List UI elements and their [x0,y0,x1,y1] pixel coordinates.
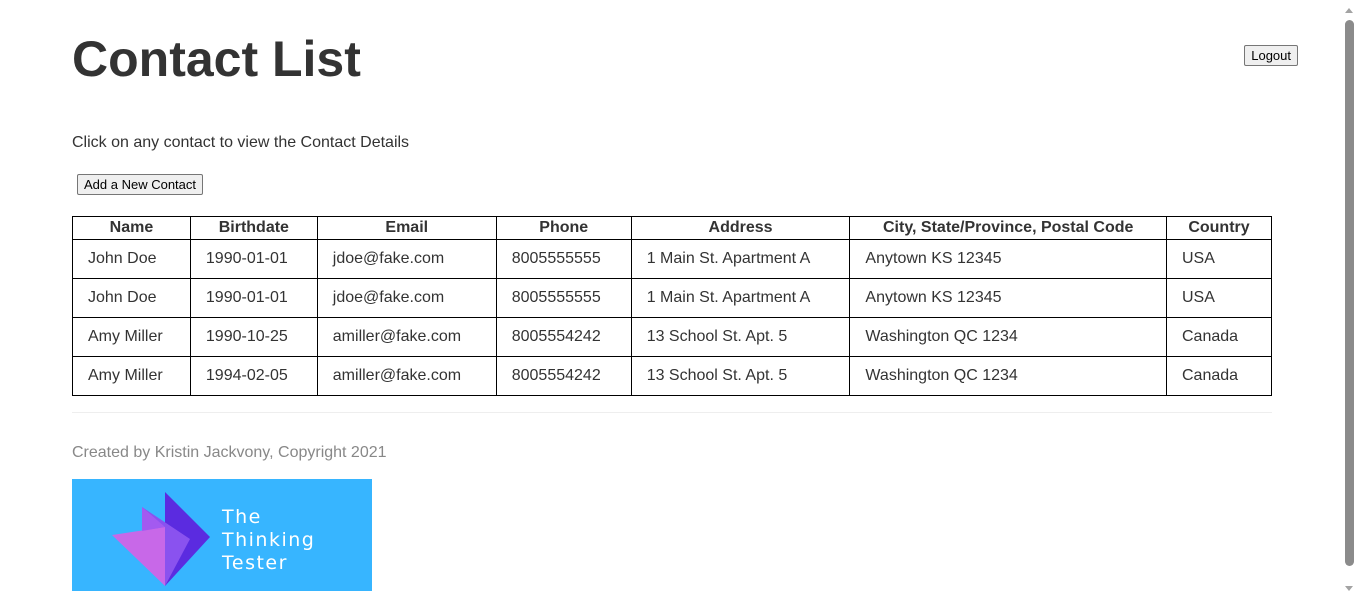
column-header-address: Address [630,216,851,240]
cell-address: 13 School St. Apt. 5 [630,356,851,396]
cell-address: 1 Main St. Apartment A [630,278,851,318]
cell-phone: 8005554242 [495,317,632,357]
cell-email: amiller@fake.com [316,317,497,357]
cell-city-state-postal: Washington QC 1234 [849,317,1167,357]
cell-country: USA [1165,278,1273,318]
cell-email: amiller@fake.com [316,356,497,396]
logo-line-3: Tester [222,552,288,574]
table-row[interactable]: Amy Miller 1994-02-05 amiller@fake.com 8… [72,356,1273,396]
cell-email: jdoe@fake.com [316,278,497,318]
contact-table: Name Birthdate Email Phone Address City,… [72,216,1273,396]
cell-phone: 8005554242 [495,356,632,396]
column-header-email: Email [316,216,497,240]
cell-birthdate: 1994-02-05 [189,356,318,396]
vertical-scrollbar[interactable] [1341,0,1358,599]
add-contact-button[interactable]: Add a New Contact [77,174,204,195]
cell-country: USA [1165,239,1273,279]
cell-city-state-postal: Anytown KS 12345 [849,239,1167,279]
cell-email: jdoe@fake.com [316,239,497,279]
scroll-up-arrow-icon[interactable] [1345,8,1353,13]
cell-birthdate: 1990-01-01 [189,239,318,279]
cell-address: 1 Main St. Apartment A [630,239,851,279]
column-header-city-state-postal: City, State/Province, Postal Code [849,216,1167,240]
scrollbar-thumb[interactable] [1345,20,1354,566]
footer-divider [72,412,1272,413]
table-row[interactable]: John Doe 1990-01-01 jdoe@fake.com 800555… [72,278,1273,318]
header: Contact List Logout [72,30,1298,90]
column-header-phone: Phone [495,216,632,240]
cell-name: Amy Miller [72,317,191,357]
scroll-down-arrow-icon[interactable] [1345,586,1353,591]
column-header-name: Name [72,216,191,240]
table-header-row: Name Birthdate Email Phone Address City,… [72,216,1273,240]
cell-country: Canada [1165,317,1273,357]
cell-birthdate: 1990-01-01 [189,278,318,318]
cell-phone: 8005555555 [495,278,632,318]
logo-line-1: The [222,506,262,528]
logout-button[interactable]: Logout [1244,45,1298,66]
cell-city-state-postal: Washington QC 1234 [849,356,1167,396]
page: Contact List Logout Click on any contact… [0,0,1341,599]
logo-line-2: Thinking [222,529,316,551]
cell-name: John Doe [72,239,191,279]
cell-country: Canada [1165,356,1273,396]
copyright-text: Created by Kristin Jackvony, Copyright 2… [72,444,387,461]
cell-city-state-postal: Anytown KS 12345 [849,278,1167,318]
table-row[interactable]: John Doe 1990-01-01 jdoe@fake.com 800555… [72,239,1273,279]
cell-phone: 8005555555 [495,239,632,279]
page-title: Contact List [72,31,361,87]
table-row[interactable]: Amy Miller 1990-10-25 amiller@fake.com 8… [72,317,1273,357]
cell-name: Amy Miller [72,356,191,396]
cell-name: John Doe [72,278,191,318]
cell-address: 13 School St. Apt. 5 [630,317,851,357]
column-header-birthdate: Birthdate [189,216,318,240]
thinking-tester-logo: The Thinking Tester [72,479,372,591]
instructions-text: Click on any contact to view the Contact… [72,134,410,151]
cell-birthdate: 1990-10-25 [189,317,318,357]
column-header-country: Country [1165,216,1273,240]
